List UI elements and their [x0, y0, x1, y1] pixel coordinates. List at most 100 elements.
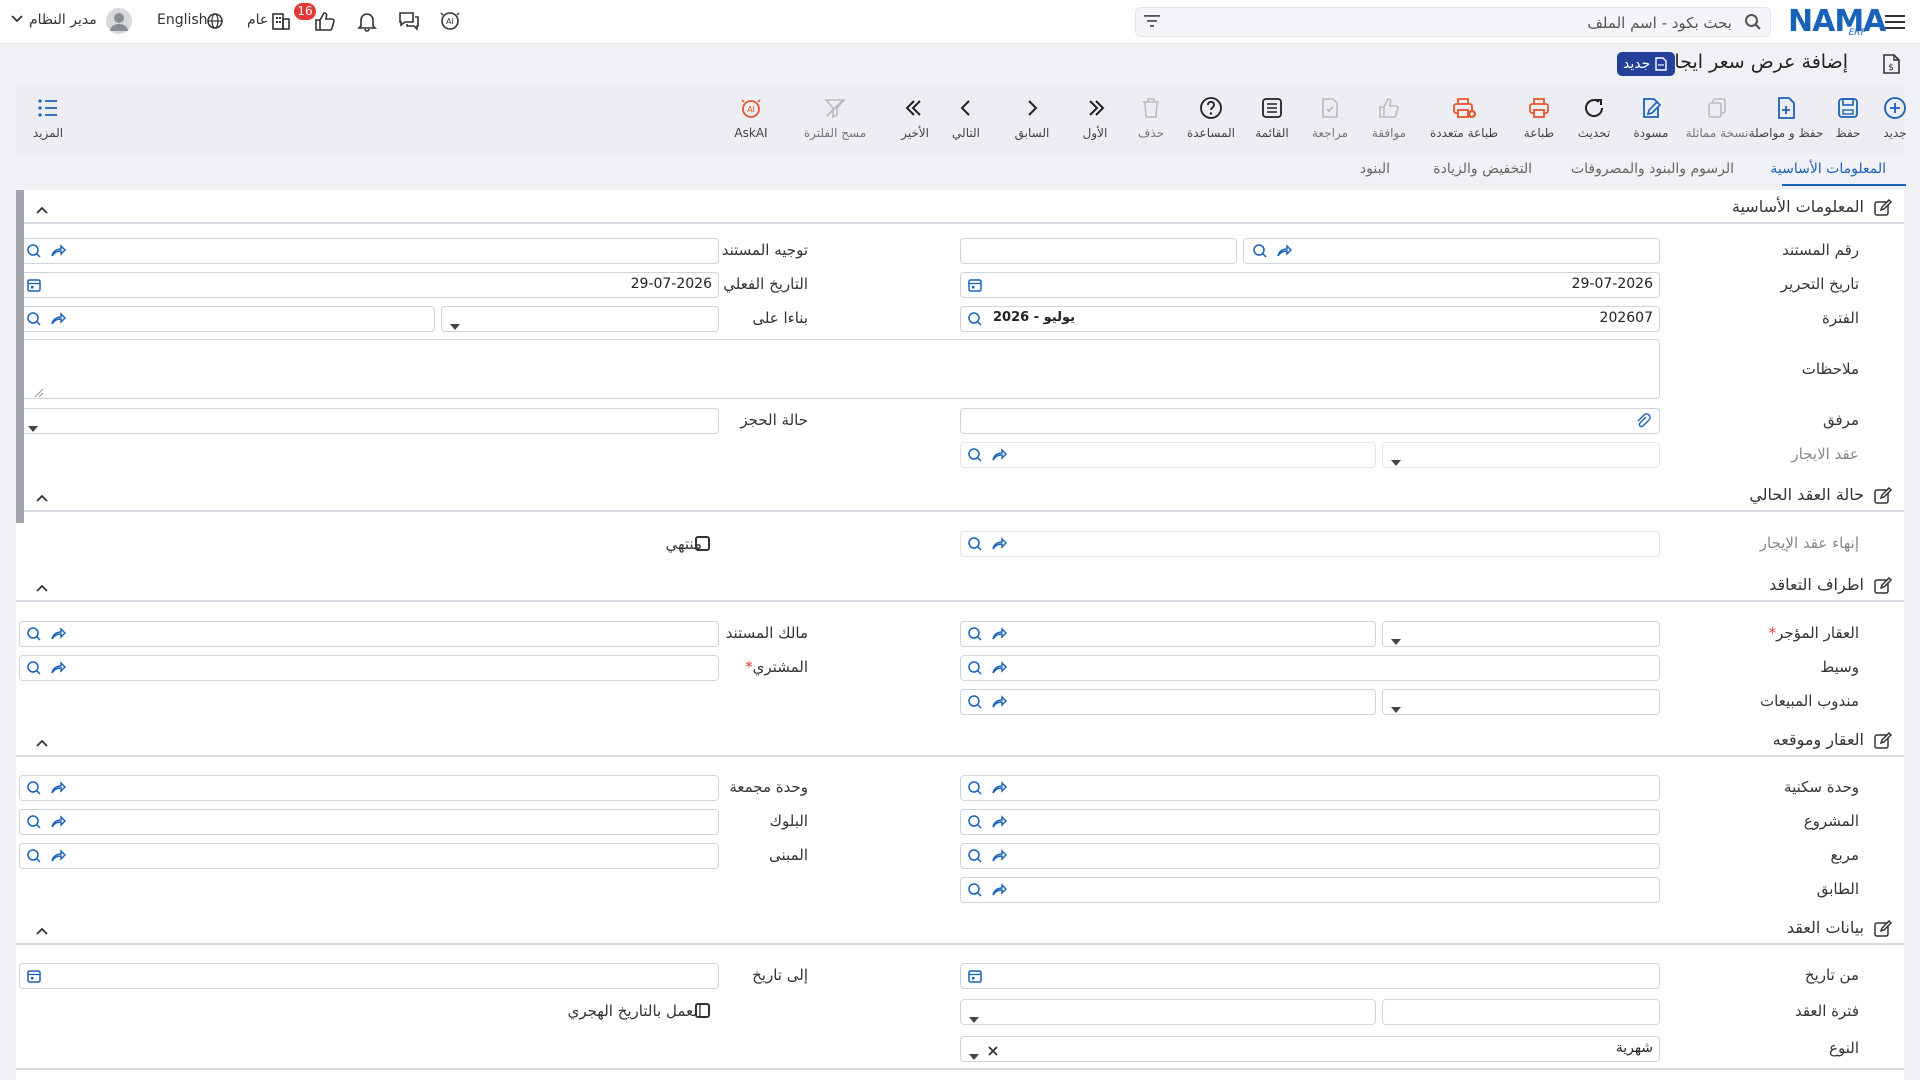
search-icon[interactable] [967, 626, 983, 646]
share-arrow-icon[interactable] [50, 243, 66, 263]
search-icon[interactable] [967, 660, 983, 680]
sales-rep-select[interactable] [1382, 689, 1660, 715]
bell-icon[interactable] [356, 10, 378, 32]
share-arrow-icon[interactable] [991, 848, 1007, 868]
share-arrow-icon[interactable] [991, 694, 1007, 714]
chevron-up-icon[interactable] [36, 488, 48, 506]
doc-direction-input[interactable] [19, 238, 719, 264]
sales-rep-input[interactable] [960, 689, 1376, 715]
compound-unit-input[interactable] [19, 775, 719, 801]
share-arrow-icon[interactable] [50, 660, 66, 680]
chevron-down-icon[interactable] [11, 15, 23, 23]
caret-down-icon[interactable] [28, 418, 38, 436]
building-input[interactable] [19, 843, 719, 869]
tab-discount[interactable]: التخفيض والزيادة [1433, 161, 1532, 177]
doc-number-extra-input[interactable] [960, 238, 1237, 264]
next-button[interactable]: التالي [937, 86, 995, 154]
paperclip-icon[interactable] [1635, 413, 1651, 433]
tab-items[interactable]: البنود [1360, 161, 1390, 177]
tab-basic-info[interactable]: المعلومات الأساسية [1770, 161, 1886, 177]
share-arrow-icon[interactable] [991, 882, 1007, 902]
actual-date-input[interactable]: 29-07-2026 [19, 272, 719, 298]
last-button[interactable]: الأخير [886, 86, 944, 154]
search-icon[interactable] [967, 447, 983, 467]
end-lease-input[interactable] [960, 531, 1660, 557]
from-date-input[interactable] [960, 963, 1660, 989]
caret-down-icon[interactable] [450, 316, 460, 334]
project-input[interactable] [960, 809, 1660, 835]
user-name[interactable]: مدير النظام [29, 12, 97, 28]
review-button[interactable]: مراجعة [1301, 86, 1359, 154]
hamburger-menu-icon[interactable] [1883, 11, 1907, 33]
leased-property-input[interactable] [960, 621, 1376, 647]
residential-unit-input[interactable] [960, 775, 1660, 801]
share-arrow-icon[interactable] [991, 447, 1007, 467]
share-arrow-icon[interactable] [50, 311, 66, 331]
help-button[interactable]: المساعدة [1182, 86, 1240, 154]
chat-icon[interactable] [397, 10, 421, 32]
clear-filter-button[interactable]: مسح الفلترة [804, 86, 866, 154]
ask-ai-button[interactable]: AI AskAI [722, 86, 780, 154]
list-button[interactable]: القائمة [1243, 86, 1301, 154]
more-button[interactable]: المزيد [19, 86, 77, 154]
caret-down-icon[interactable] [969, 1009, 979, 1027]
attachment-input[interactable] [960, 408, 1660, 434]
period-input[interactable]: 202607 2026 - يوليو [960, 306, 1660, 332]
language-switch[interactable]: English [157, 12, 208, 28]
search-icon[interactable] [967, 814, 983, 834]
chevron-up-icon[interactable] [36, 578, 48, 596]
search-icon[interactable] [967, 882, 983, 902]
edit-date-input[interactable]: 29-07-2026 [960, 272, 1660, 298]
workspace-label[interactable]: عام [247, 12, 268, 28]
delete-button[interactable]: حذف [1122, 86, 1180, 154]
search-icon[interactable] [967, 311, 983, 331]
search-icon[interactable] [967, 780, 983, 800]
share-arrow-icon[interactable] [991, 660, 1007, 680]
calendar-icon[interactable] [26, 968, 42, 988]
ai-assistant-icon[interactable]: AI [438, 10, 462, 32]
share-arrow-icon[interactable] [50, 814, 66, 834]
based-on-input[interactable] [19, 306, 435, 332]
share-arrow-icon[interactable] [991, 814, 1007, 834]
share-arrow-icon[interactable] [991, 780, 1007, 800]
caret-down-icon[interactable] [1391, 631, 1401, 649]
previous-button[interactable]: السابق [1003, 86, 1061, 154]
share-arrow-icon[interactable] [50, 626, 66, 646]
caret-down-icon[interactable] [969, 1046, 979, 1064]
block-input[interactable] [19, 809, 719, 835]
leased-property-select[interactable] [1382, 621, 1660, 647]
chevron-up-icon[interactable] [36, 200, 48, 218]
search-icon[interactable] [967, 536, 983, 556]
duplicate-button[interactable]: نسخة مماثلة [1686, 86, 1748, 154]
chevron-up-icon[interactable] [36, 733, 48, 751]
draft-button[interactable]: مسودة [1622, 86, 1680, 154]
resize-handle-icon[interactable] [34, 384, 44, 402]
share-arrow-icon[interactable] [50, 848, 66, 868]
save-button[interactable]: حفظ [1819, 86, 1877, 154]
caret-down-icon[interactable] [1391, 452, 1401, 470]
share-arrow-icon[interactable] [1276, 243, 1292, 263]
search-input[interactable] [1190, 8, 1734, 38]
search-icon[interactable] [1744, 13, 1762, 31]
booking-status-select[interactable] [19, 408, 719, 434]
refresh-button[interactable]: تحديث [1565, 86, 1623, 154]
clear-icon[interactable] [987, 1043, 999, 1061]
avatar[interactable] [106, 8, 132, 34]
lease-contract-select[interactable] [1382, 442, 1660, 468]
caret-down-icon[interactable] [1391, 699, 1401, 717]
globe-icon[interactable] [206, 12, 224, 30]
search-icon[interactable] [1252, 243, 1268, 263]
tab-fees[interactable]: الرسوم والبنود والمصروفات [1571, 161, 1734, 177]
scroll-indicator[interactable] [16, 190, 24, 523]
buyer-input[interactable] [19, 655, 719, 681]
first-button[interactable]: الأول [1066, 86, 1124, 154]
floor-input[interactable] [960, 877, 1660, 903]
calendar-icon[interactable] [967, 968, 983, 988]
based-on-select[interactable] [441, 306, 719, 332]
lease-contract-input[interactable] [960, 442, 1376, 468]
search-icon[interactable] [26, 626, 42, 646]
share-arrow-icon[interactable] [991, 536, 1007, 556]
calendar-icon[interactable] [967, 277, 983, 297]
save-continue-button[interactable]: حفظ و مواصلة [1749, 86, 1823, 154]
search-icon[interactable] [26, 780, 42, 800]
